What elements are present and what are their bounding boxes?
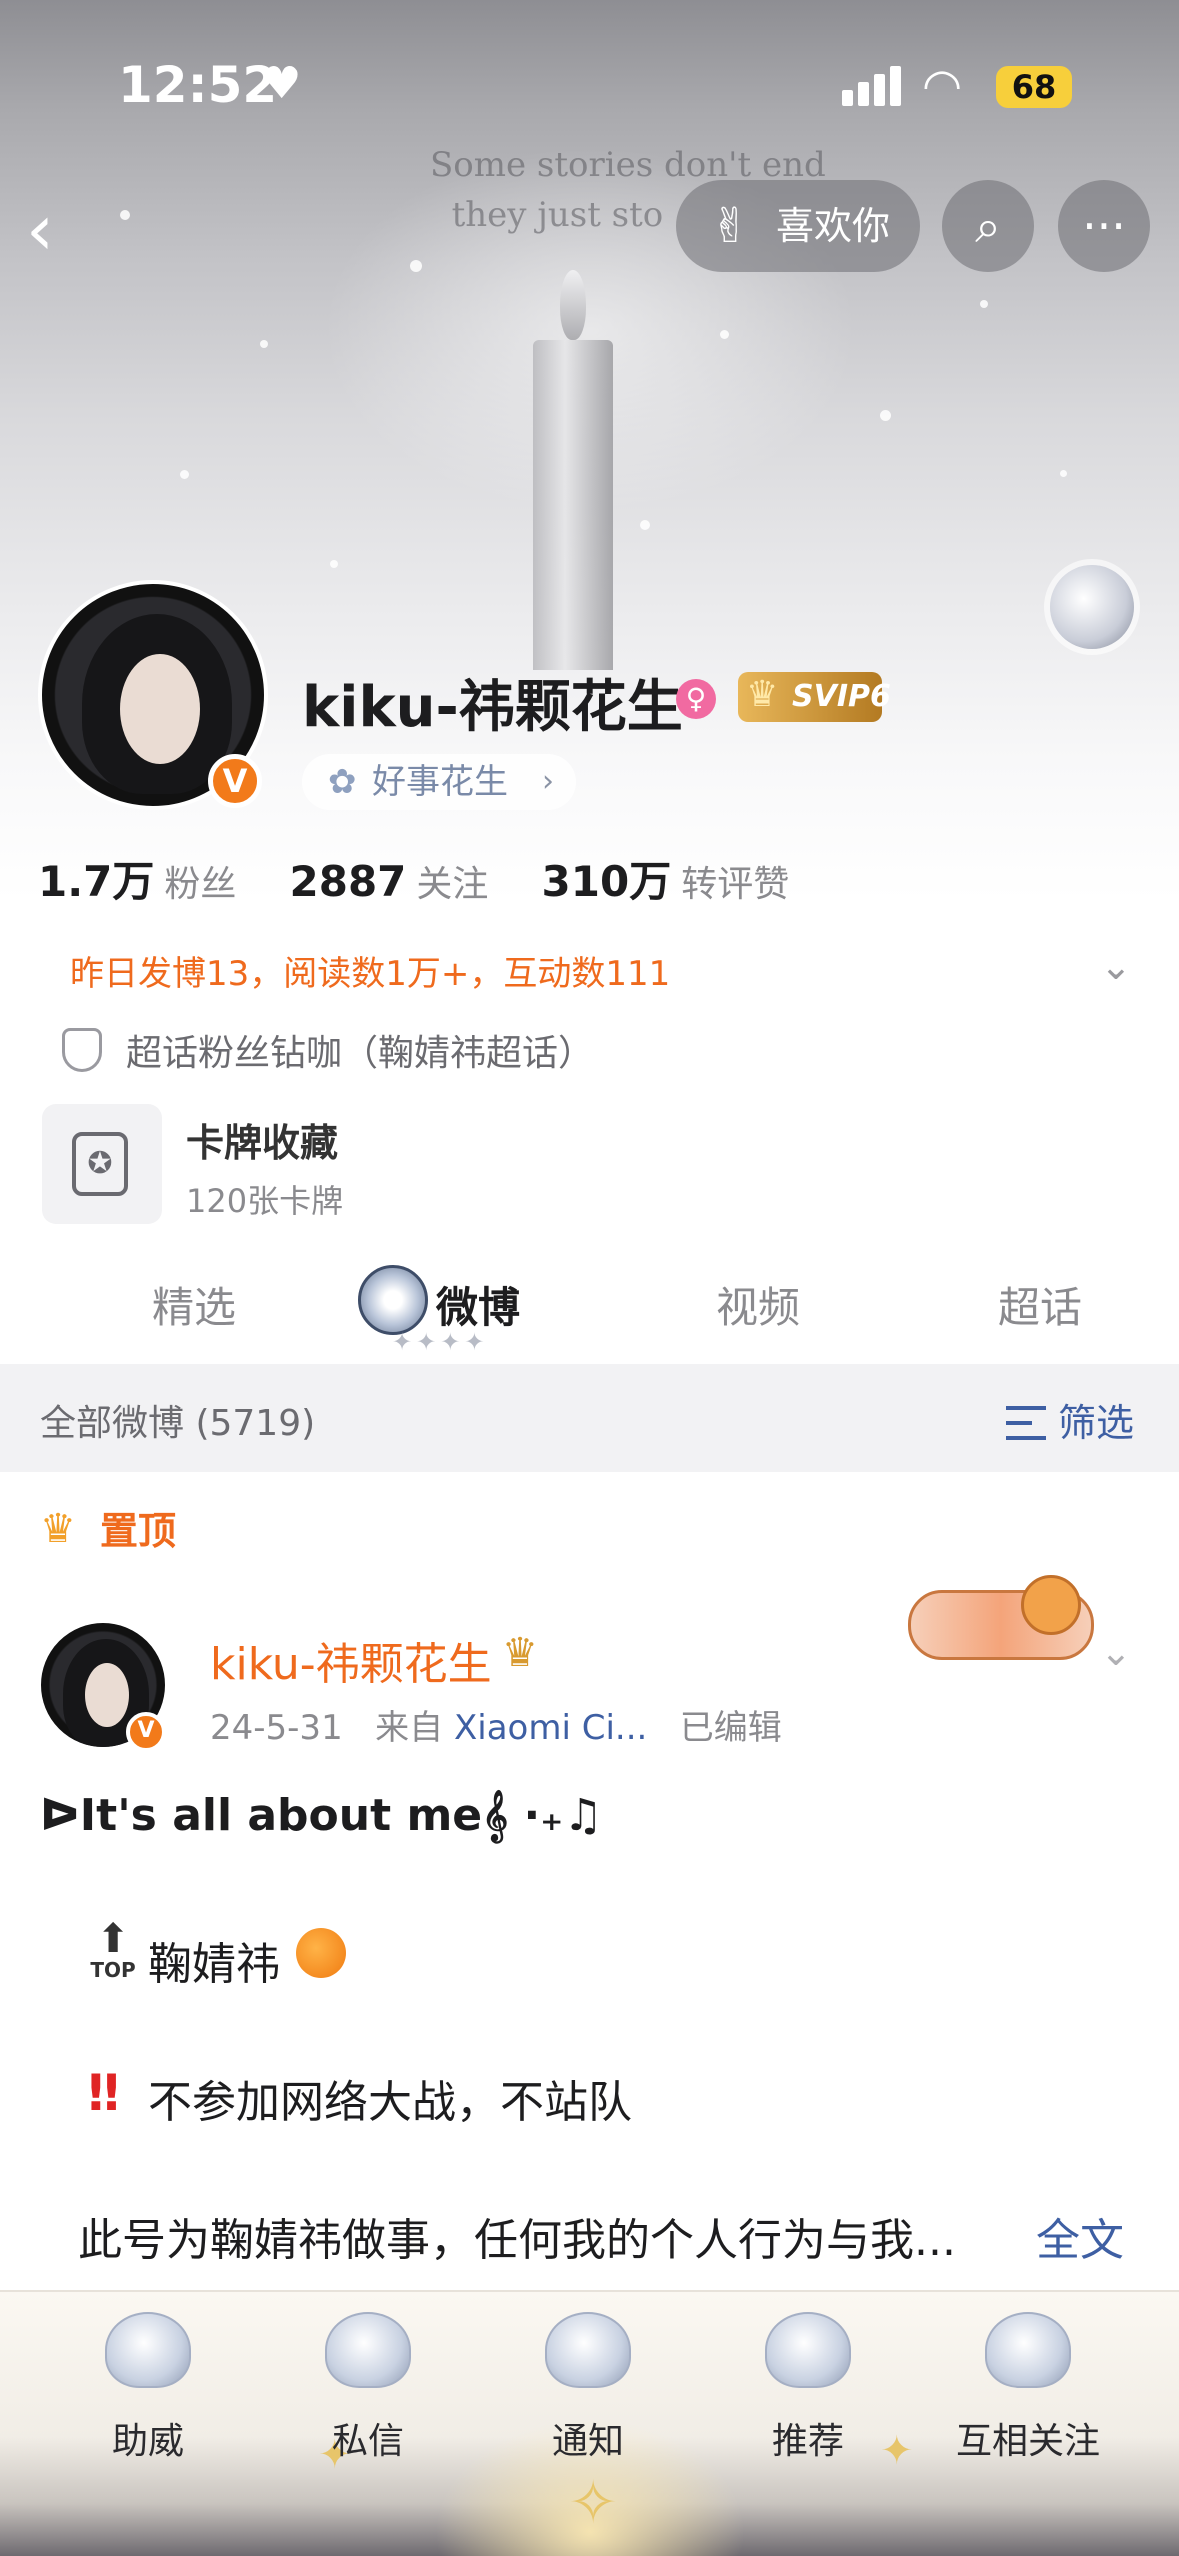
bottom-message-button[interactable]: 私信 <box>278 2312 458 2464</box>
search-button[interactable]: ⌕ <box>942 180 1034 272</box>
post-text-line: ᐅIt's all about me𝄞 ·₊♫ <box>40 1790 603 1841</box>
profile-tabs: 精选 微博 视频 超话 <box>0 1250 1179 1360</box>
stat-following[interactable]: 2887 关注 <box>290 855 489 907</box>
moon-icon <box>545 2312 631 2388</box>
post-meta: 24-5-31 来自 Xiaomi Ci... 已编辑 <box>210 1700 782 1749</box>
crown-icon: ♛ <box>746 674 779 715</box>
coral-icon <box>765 2312 851 2388</box>
clover-icon: ✿ <box>328 762 357 802</box>
member-crown-icon: ♛ <box>502 1630 538 1676</box>
stat-value: 2887 <box>289 857 407 906</box>
wifi-icon: ◠ <box>922 58 963 112</box>
bottom-notify-button[interactable]: 通知 <box>498 2312 678 2464</box>
cellular-signal-icon <box>842 66 902 106</box>
post-text-line: 不参加网络大战，不站队 <box>148 2077 632 2128</box>
svip-badge[interactable]: ♛ SVIP6 <box>738 672 891 722</box>
candle-flame-deco <box>560 270 586 340</box>
status-bar: 12:52 ♥ ◠ 68 <box>0 0 1179 170</box>
bottom-mutual-follow-button[interactable]: 互相关注 <box>938 2312 1118 2464</box>
heart-icon <box>985 2312 1071 2388</box>
like-you-label: 喜欢你 <box>776 204 891 248</box>
bottom-item-label: 推荐 <box>771 2421 844 2462</box>
bottom-item-label: 助威 <box>111 2421 184 2462</box>
filter-button[interactable]: 筛选 <box>1058 1392 1134 1447</box>
battery-indicator: 68 <box>996 66 1072 108</box>
post-text-line: 鞠婧祎 <box>148 1939 280 1990</box>
post-from-label: 来自 <box>375 1708 444 1748</box>
yesterday-summary[interactable]: 昨日发博13，阅读数1万+，互动数111 <box>70 946 670 995</box>
stat-followers[interactable]: 1.7万 粉丝 <box>38 848 236 909</box>
card-collection-count: 120张卡牌 <box>186 1182 344 1220</box>
post-verified-badge: V <box>126 1712 166 1752</box>
bottom-cheer-button[interactable]: 助威 <box>58 2312 238 2464</box>
post-filter-bar: 全部微博 (5719) 筛选 <box>0 1364 1179 1472</box>
card-collection-thumb[interactable]: ✪ <box>42 1104 162 1224</box>
like-you-button[interactable]: ✌ 喜欢你 <box>676 180 920 272</box>
tab-weibo[interactable]: 微博 <box>436 1274 520 1335</box>
post-date: 24-5-31 <box>210 1708 343 1748</box>
post-menu-chevron-icon[interactable]: ⌄ <box>1100 1630 1132 1674</box>
profile-username: kiku-祎颗花生 <box>302 675 683 740</box>
post-edited-label: 已编辑 <box>679 1708 782 1748</box>
stat-label: 关注 <box>416 864 489 905</box>
stat-value: 1.7万 <box>38 857 155 906</box>
top-arrow-icon: ⬆ TOP <box>88 1919 138 1984</box>
status-time: 12:52 <box>118 56 278 114</box>
more-button[interactable]: ··· <box>1058 180 1150 272</box>
tab-chaohua[interactable]: 超话 <box>998 1274 1082 1335</box>
post-source-link[interactable]: Xiaomi Ci... <box>454 1708 647 1748</box>
active-tab-indicator: ✦✦✦✦ <box>392 1328 489 1356</box>
bottom-item-label: 互相关注 <box>955 2421 1100 2462</box>
svip-label: SVIP6 <box>792 679 891 714</box>
active-tab-emblem-icon <box>358 1265 428 1335</box>
bottom-item-label: 私信 <box>331 2421 404 2462</box>
chevron-down-icon[interactable]: ⌄ <box>1100 944 1132 988</box>
finger-heart-icon: ✌ <box>710 198 751 254</box>
bottom-action-bar: ✦ ✦ ✧ 助威 私信 通知 推荐 互相关注 <box>0 2290 1179 2556</box>
profile-tag-label: 好事花生 <box>372 762 508 802</box>
double-exclamation-icon: ‼ <box>88 2064 120 2122</box>
stat-interactions[interactable]: 310万 转评赞 <box>542 848 790 909</box>
card-collection-title[interactable]: 卡牌收藏 <box>186 1112 338 1167</box>
female-gender-icon: ♀ <box>676 679 716 719</box>
heart-icon: ♥ <box>262 58 302 109</box>
stat-label: 粉丝 <box>164 864 237 905</box>
pinned-crown-icon: ♛ <box>40 1506 76 1552</box>
post-author-name[interactable]: kiku-祎颗花生 <box>210 1628 492 1692</box>
bottom-item-label: 通知 <box>551 2421 624 2462</box>
back-button[interactable]: ‹ <box>26 190 106 270</box>
verified-badge: V <box>208 754 262 808</box>
chevron-right-icon: › <box>542 764 554 799</box>
top-tag-label: TOP <box>90 1958 136 1982</box>
candle-deco <box>533 340 613 670</box>
shield-icon <box>62 1028 102 1072</box>
dog-sticker-icon <box>908 1575 1094 1660</box>
sparkle-icon: ✧ <box>568 2468 619 2538</box>
orange-emoji-icon <box>296 1928 346 1978</box>
stat-value: 310万 <box>541 857 672 906</box>
shell-icon <box>105 2312 191 2388</box>
all-posts-count: 全部微博 (5719) <box>40 1403 316 1444</box>
banner-quote-line2: they just sto <box>451 195 664 235</box>
profile-stats: 1.7万 粉丝 2887 关注 310万 转评赞 <box>38 848 837 908</box>
bottom-recommend-button[interactable]: 推荐 <box>718 2312 898 2464</box>
filter-icon[interactable] <box>1006 1406 1046 1440</box>
lily-icon <box>325 2312 411 2388</box>
tab-video[interactable]: 视频 <box>716 1274 800 1335</box>
moon-ornament-icon <box>1050 565 1134 649</box>
post-text-line: 此号为鞠婧祎做事，任何我的个人行为与我... <box>78 2215 956 2266</box>
tab-featured[interactable]: 精选 <box>152 1274 236 1335</box>
full-text-link[interactable]: 全文 <box>1036 2204 1124 2268</box>
card-icon: ✪ <box>72 1132 128 1196</box>
pinned-label: 置顶 <box>100 1509 177 1553</box>
more-dots-icon: ··· <box>1082 199 1126 253</box>
chaohua-fan-badge[interactable]: 超话粉丝钻咖（鞠婧祎超话） <box>126 1024 594 1076</box>
search-icon: ⌕ <box>975 199 1001 253</box>
profile-tag-chip[interactable]: ✿ 好事花生 › <box>302 754 576 810</box>
stat-label: 转评赞 <box>681 864 790 905</box>
